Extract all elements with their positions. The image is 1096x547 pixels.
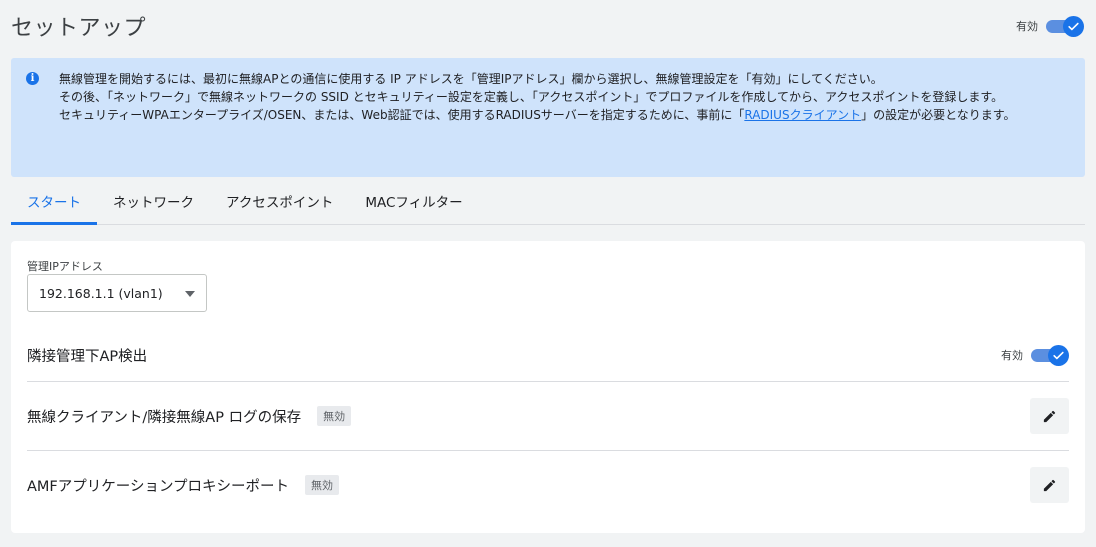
- neighbor-ap-row: 隣接管理下AP検出 有効: [27, 341, 1069, 369]
- log-save-row: 無線クライアント/隣接無線AP ログの保存 無効: [27, 398, 1069, 434]
- page-title: セットアップ: [11, 16, 147, 41]
- management-ip-value: 192.168.1.1 (vlan1): [39, 285, 163, 301]
- info-line-1: 無線管理を開始するには、最初に無線APとの通信に使用する IP アドレスを「管理…: [59, 72, 883, 86]
- info-icon: i: [26, 72, 39, 85]
- neighbor-ap-title: 隣接管理下AP検出: [27, 348, 148, 365]
- neighbor-ap-toggle[interactable]: [1031, 345, 1069, 366]
- management-ip-select[interactable]: 192.168.1.1 (vlan1): [27, 274, 207, 312]
- status-badge: 無効: [317, 406, 352, 426]
- wireless-management-toggle[interactable]: [1046, 16, 1084, 37]
- page-header: セットアップ 有効: [0, 0, 1096, 52]
- toggle-knob: [1048, 345, 1069, 366]
- log-save-title: 無線クライアント/隣接無線AP ログの保存: [27, 409, 302, 426]
- tab-bar: スタート ネットワーク アクセスポイント MACフィルター: [11, 178, 1085, 225]
- info-banner: i 無線管理を開始するには、最初に無線APとの通信に使用する IP アドレスを「…: [11, 58, 1085, 177]
- toggle-knob: [1063, 16, 1084, 37]
- settings-card: 管理IPアドレス 192.168.1.1 (vlan1) 隣接管理下AP検出 有…: [11, 241, 1085, 533]
- amf-proxy-row: AMFアプリケーションプロキシーポート 無効: [27, 467, 1069, 503]
- caret-down-icon: [185, 291, 195, 297]
- divider: [27, 381, 1069, 382]
- toggle-label: 有効: [1001, 349, 1023, 362]
- pencil-icon: [1043, 410, 1056, 422]
- toggle-label: 有効: [1016, 20, 1038, 33]
- pencil-icon: [1043, 479, 1056, 491]
- info-line-3-before: セキュリティーWPAエンタープライズ/OSEN、または、Web認証では、使用する…: [59, 108, 745, 122]
- check-icon: [1053, 351, 1064, 360]
- log-save-edit-button[interactable]: [1030, 398, 1069, 434]
- wireless-management-toggle-group: 有効: [1016, 16, 1084, 37]
- radius-client-link[interactable]: RADIUSクライアント: [744, 108, 861, 122]
- tab-network[interactable]: ネットワーク: [97, 178, 210, 224]
- tab-start[interactable]: スタート: [11, 178, 97, 225]
- status-badge: 無効: [305, 475, 340, 495]
- tab-access-point[interactable]: アクセスポイント: [210, 178, 349, 224]
- info-line-3-after: 」の設定が必要となります。: [861, 108, 1016, 122]
- check-icon: [1068, 22, 1079, 31]
- neighbor-ap-toggle-group: 有効: [1001, 345, 1069, 366]
- amf-proxy-edit-button[interactable]: [1030, 467, 1069, 503]
- amf-proxy-title: AMFアプリケーションプロキシーポート: [27, 478, 290, 495]
- management-ip-label: 管理IPアドレス: [27, 260, 103, 273]
- info-line-2: その後、「ネットワーク」で無線ネットワークの SSID とセキュリティー設定を定…: [59, 90, 1004, 104]
- divider: [27, 450, 1069, 451]
- info-line-3: セキュリティーWPAエンタープライズ/OSEN、または、Web認証では、使用する…: [59, 106, 1071, 124]
- tab-mac-filter[interactable]: MACフィルター: [349, 178, 478, 224]
